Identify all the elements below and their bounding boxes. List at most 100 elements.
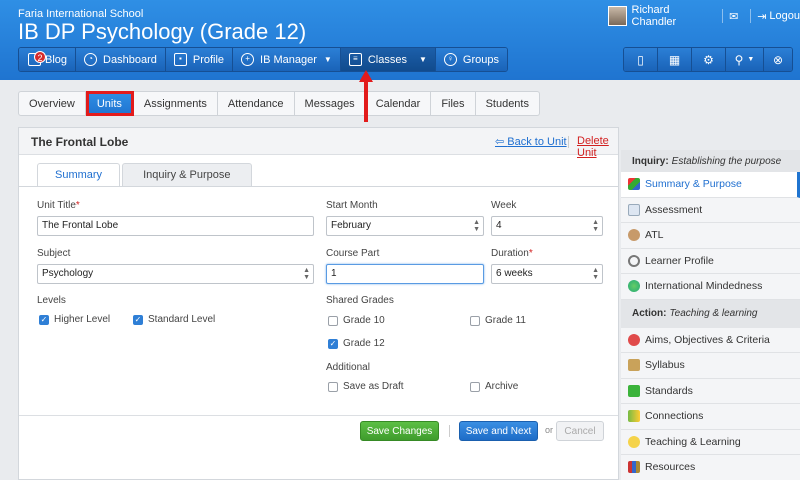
check-icon: ✓: [328, 338, 338, 349]
nav-profile[interactable]: ▪ Profile: [165, 48, 234, 71]
divider: [19, 186, 618, 187]
unit-title-label: Unit Title*: [37, 200, 80, 211]
sidebar-item-assessment[interactable]: Assessment: [621, 197, 800, 223]
tab-attendance[interactable]: Attendance: [217, 91, 295, 116]
calendar-icon[interactable]: ▦: [658, 48, 692, 71]
sidebar-item-standards[interactable]: Standards: [621, 378, 800, 404]
checkbox-box: [328, 315, 338, 326]
unit-panel: The Frontal Lobe ⇦ Back to Unit Delete U…: [18, 127, 619, 480]
logout-icon[interactable]: ⇥: [757, 10, 766, 23]
checkbox-box: [328, 381, 338, 392]
tab-students[interactable]: Students: [475, 91, 540, 116]
course-part-input[interactable]: 1: [326, 264, 484, 284]
class-title: IB DP Psychology (Grade 12): [18, 19, 307, 44]
nav-ib-manager[interactable]: + IB Manager ▼: [233, 48, 341, 71]
tab-calendar[interactable]: Calendar: [365, 91, 432, 116]
sidebar-item-atl[interactable]: ATL: [621, 223, 800, 249]
select-value: February: [331, 220, 372, 231]
archive-checkbox[interactable]: Archive: [470, 381, 518, 392]
section-action-header: Action: Teaching & learning: [621, 299, 800, 328]
divider: [19, 415, 618, 416]
blocks-icon: [628, 178, 640, 191]
avatar[interactable]: [608, 6, 627, 26]
start-month-select[interactable]: February ▲ ▼: [326, 216, 484, 236]
grade12-checkbox[interactable]: ✓ Grade 12: [328, 338, 385, 349]
app-header: Faria International School IB DP Psychol…: [0, 0, 800, 80]
grade11-checkbox[interactable]: Grade 11: [470, 315, 526, 326]
main-nav: Blog ◔ Dashboard ▪ Profile + IB Manager …: [18, 47, 508, 72]
subtab-summary[interactable]: Summary: [37, 163, 121, 187]
delete-unit-link[interactable]: Delete Unit: [577, 135, 618, 159]
checkmark-icon: [628, 384, 640, 397]
unit-title-input[interactable]: The Frontal Lobe: [37, 216, 314, 236]
save-draft-checkbox[interactable]: Save as Draft: [328, 381, 404, 392]
divider: [750, 9, 752, 23]
subtab-inquiry[interactable]: Inquiry & Purpose: [122, 163, 252, 187]
help-icon[interactable]: ⊗: [764, 48, 792, 71]
tab-overview[interactable]: Overview: [18, 91, 86, 116]
duration-select[interactable]: 6 weeks ▲ ▼: [491, 264, 603, 284]
subject-label: Subject: [37, 248, 71, 259]
sidebar-item-summary-purpose[interactable]: Summary & Purpose: [621, 172, 800, 198]
nav-label: Profile: [192, 53, 225, 66]
divider: [449, 425, 450, 437]
logout-link[interactable]: Logou: [769, 10, 800, 22]
shared-grades-label: Shared Grades: [326, 295, 394, 306]
levels-label: Levels: [37, 295, 66, 306]
tab-units[interactable]: Units: [85, 91, 134, 116]
nav-dashboard[interactable]: ◔ Dashboard: [76, 48, 166, 71]
classes-icon: ≡: [348, 53, 362, 66]
sidebar-item-teaching-learning[interactable]: Teaching & Learning: [621, 429, 800, 455]
sidebar-item-international-mindedness[interactable]: International Mindedness: [621, 274, 800, 300]
puzzle-icon: [628, 410, 640, 423]
checkbox-label: Archive: [485, 381, 519, 392]
user-name[interactable]: Richard Chandler: [632, 4, 711, 28]
sidebar-item-syllabus[interactable]: Syllabus: [621, 353, 800, 379]
unit-name: The Frontal Lobe: [31, 135, 129, 149]
grade10-checkbox[interactable]: Grade 10: [328, 315, 385, 326]
sidebar-item-label: ATL: [645, 229, 664, 242]
nav-groups[interactable]: ♀ Groups: [435, 48, 507, 71]
sidebar-item-learner-profile[interactable]: Learner Profile: [621, 248, 800, 274]
lightbulb-icon: [628, 435, 640, 448]
higher-level-checkbox[interactable]: ✓ Higher Level: [39, 314, 110, 325]
target-icon: [628, 333, 640, 346]
checkbox-label: Save as Draft: [343, 381, 404, 392]
cancel-button[interactable]: Cancel: [556, 421, 604, 441]
save-changes-button[interactable]: Save Changes: [360, 421, 439, 441]
sidebar-item-aims[interactable]: Aims, Objectives & Criteria: [621, 327, 800, 353]
magnifier-icon: [628, 254, 640, 267]
select-value: 4: [496, 220, 502, 231]
sidebar-item-label: International Mindedness: [645, 280, 763, 293]
select-arrows-icon: ▲ ▼: [473, 219, 480, 233]
mail-icon[interactable]: ✉: [729, 10, 738, 23]
additional-label: Additional: [326, 362, 370, 373]
label-text: Duration: [491, 248, 529, 259]
checkbox-label: Grade 10: [343, 315, 385, 326]
nav-classes[interactable]: ≡ Classes ▼: [340, 48, 436, 71]
nav-label: Groups: [462, 53, 499, 66]
label-text: Unit Title: [37, 200, 76, 211]
phone-icon[interactable]: ▯: [624, 48, 658, 71]
section-title: Inquiry:: [632, 155, 669, 167]
globe-icon: +: [241, 53, 255, 66]
subject-select[interactable]: Psychology ▲ ▼: [37, 264, 314, 284]
standard-level-checkbox[interactable]: ✓ Standard Level: [133, 314, 215, 325]
tab-assignments[interactable]: Assignments: [133, 91, 218, 116]
globe-icon: [628, 280, 640, 293]
back-to-unit-link[interactable]: ⇦ Back to Unit: [495, 135, 567, 148]
sidebar-item-resources[interactable]: Resources: [621, 455, 800, 480]
books-icon: [628, 461, 640, 474]
search-icon[interactable]: ⚲ ▼: [726, 48, 764, 71]
gear-icon[interactable]: ⚙: [692, 48, 726, 71]
week-select[interactable]: 4 ▲ ▼: [491, 216, 603, 236]
sidebar-item-connections[interactable]: Connections: [621, 404, 800, 430]
nav-label: Dashboard: [103, 53, 157, 66]
sidebar-item-label: Resources: [645, 461, 696, 474]
dashboard-icon: ◔: [84, 53, 98, 66]
save-and-next-button[interactable]: Save and Next: [459, 421, 538, 441]
tab-messages[interactable]: Messages: [294, 91, 366, 116]
chevron-down-icon: ▼: [323, 55, 332, 64]
document-icon: [628, 203, 640, 216]
tab-files[interactable]: Files: [431, 91, 476, 116]
